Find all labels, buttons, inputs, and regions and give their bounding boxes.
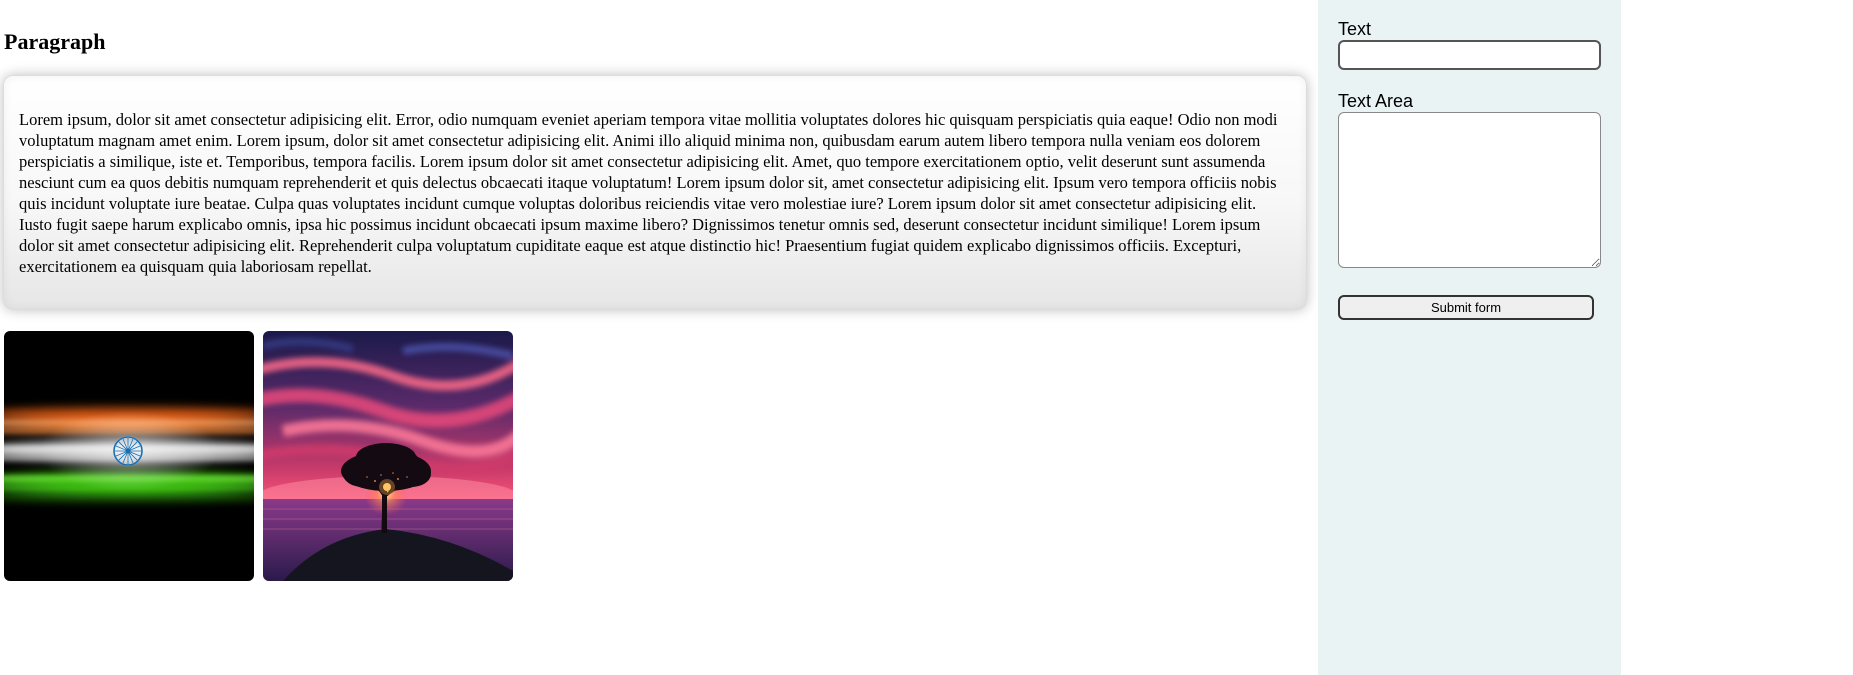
- india-flag-glow-image: [4, 331, 254, 581]
- page-title: Paragraph: [4, 29, 106, 54]
- paragraph-text: Lorem ipsum, dolor sit amet consectetur …: [19, 110, 1278, 276]
- submit-form-button[interactable]: Submit form: [1338, 295, 1594, 320]
- textarea-label: Text Area: [1338, 91, 1414, 111]
- text-input[interactable]: [1338, 40, 1601, 70]
- text-field-label: Text: [1338, 19, 1372, 39]
- paragraph-card: Lorem ipsum, dolor sit amet consectetur …: [3, 75, 1307, 310]
- tree-sunset-image: [263, 331, 513, 581]
- textarea-input[interactable]: [1338, 112, 1601, 268]
- main-content: Paragraph Lorem ipsum, dolor sit amet co…: [0, 0, 1320, 675]
- form-sidebar: Text Text Area Submit form: [1318, 0, 1621, 675]
- page: Paragraph Lorem ipsum, dolor sit amet co…: [0, 0, 1853, 675]
